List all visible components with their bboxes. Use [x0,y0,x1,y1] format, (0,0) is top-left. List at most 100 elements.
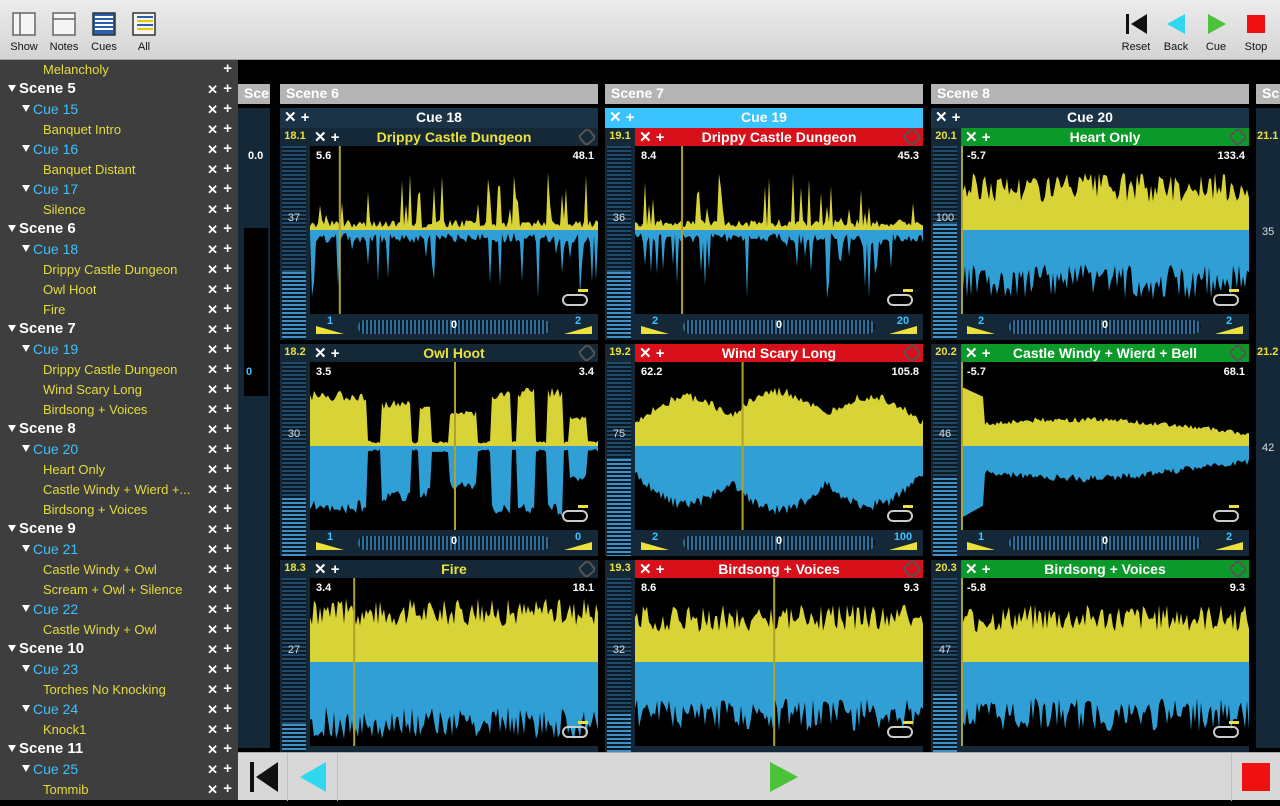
sidebar-item-row[interactable]: Drippy Castle Dungeon ✕ + [0,260,238,280]
disclosure-triangle-icon[interactable] [22,345,30,352]
cue-player-title-bar[interactable]: ✕ + Owl Hoot [310,343,598,363]
remove-icon[interactable]: ✕ [207,82,218,98]
cue-player-title-bar[interactable]: ✕ + Castle Windy + Wierd + Bell [961,343,1249,363]
reset-transport-button[interactable] [238,753,288,801]
add-icon[interactable]: + [223,640,232,657]
add-icon[interactable]: + [223,500,232,517]
loop-icon[interactable] [1213,289,1239,306]
right-fade-control[interactable]: 2 [1209,530,1249,552]
cue-player-title-bar[interactable]: ✕ + Wind Scary Long [635,343,923,363]
loop-icon[interactable] [1213,721,1239,738]
cue-header[interactable]: ✕ + Cue 20 [931,108,1249,128]
cue-player-cell[interactable]: 18.2 30 ✕ + Owl Hoot 3.5 3.4 1 0 0 [280,343,598,556]
sidebar-item-row[interactable]: Birdsong + Voices ✕ + [0,500,238,520]
right-fade-control[interactable]: 0 [558,530,598,552]
sidebar-item-row[interactable]: Melancholy + [0,60,238,80]
waveform-display[interactable]: 8.6 9.3 [635,578,923,746]
disclosure-triangle-icon[interactable] [22,185,30,192]
playhead-marker[interactable] [961,362,963,530]
remove-icon[interactable]: ✕ [207,742,218,758]
loop-icon[interactable] [887,721,913,738]
remove-icon[interactable]: ✕ [207,382,218,398]
cue-player-title-bar[interactable]: ✕ + Drippy Castle Dungeon [310,127,598,147]
sidebar-item-row[interactable]: Banquet Intro ✕ + [0,120,238,140]
disclosure-triangle-icon[interactable] [8,525,16,532]
disclosure-triangle-icon[interactable] [22,705,30,712]
sidebar-cue-row[interactable]: Cue 20 ✕ + [0,440,238,460]
remove-icon[interactable]: ✕ [207,542,218,558]
volume-meter[interactable] [933,578,957,752]
waveform-display[interactable]: -5.7 133.4 [961,146,1249,314]
add-icon[interactable]: + [223,120,232,137]
playhead-marker[interactable] [773,578,776,746]
sidebar-item-row[interactable]: Castle Windy + Owl ✕ + [0,560,238,580]
add-icon[interactable]: + [223,400,232,417]
remove-icon[interactable]: ✕ [207,242,218,258]
loop-icon[interactable] [1213,505,1239,522]
remove-icon[interactable]: ✕ [207,302,218,318]
link-icon[interactable] [902,343,922,363]
add-icon[interactable]: + [223,720,232,737]
remove-icon[interactable]: ✕ [207,222,218,238]
remove-icon[interactable]: ✕ [207,782,218,798]
back-button[interactable]: Back [1154,8,1198,56]
remove-icon[interactable]: ✕ [207,102,218,118]
sidebar-scene-row[interactable]: Scene 11 ✕ + [0,740,238,760]
disclosure-triangle-icon[interactable] [22,245,30,252]
volume-meter[interactable] [607,362,631,556]
sidebar-cue-row[interactable]: Cue 24 ✕ + [0,700,238,720]
add-icon[interactable]: + [223,480,232,497]
remove-icon[interactable]: ✕ [207,142,218,158]
waveform-display[interactable]: -5.7 68.1 [961,362,1249,530]
add-icon[interactable]: + [223,180,232,197]
waveform-display[interactable]: 5.6 48.1 [310,146,598,314]
remove-icon[interactable]: ✕ [207,642,218,658]
sidebar-cue-row[interactable]: Cue 25 ✕ + [0,760,238,780]
disclosure-triangle-icon[interactable] [22,665,30,672]
add-icon[interactable]: + [223,620,232,637]
add-icon[interactable]: + [223,440,232,457]
stop-transport-button[interactable] [1232,753,1280,801]
remove-icon[interactable]: ✕ [207,462,218,478]
sidebar-cue-row[interactable]: Cue 18 ✕ + [0,240,238,260]
loop-icon[interactable] [562,721,588,738]
sidebar-item-row[interactable]: Fire ✕ + [0,300,238,320]
remove-icon[interactable]: ✕ [207,482,218,498]
waveform-display[interactable]: 62.2 105.8 [635,362,923,530]
all-button[interactable]: All [122,8,166,56]
cue-header[interactable]: ✕ + Cue 18 [280,108,598,128]
sidebar-cue-row[interactable]: Cue 23 ✕ + [0,660,238,680]
add-icon[interactable]: + [223,240,232,257]
waveform-display[interactable]: -5.8 9.3 [961,578,1249,746]
remove-icon[interactable]: ✕ [207,282,218,298]
remove-icon[interactable]: ✕ [207,422,218,438]
remove-icon[interactable]: ✕ [207,722,218,738]
scene-header[interactable]: Scene 6 [280,84,598,104]
cues-button[interactable]: Cues [82,8,126,56]
disclosure-triangle-icon[interactable] [8,645,16,652]
add-icon[interactable]: + [223,260,232,277]
add-icon[interactable]: + [223,100,232,117]
add-icon[interactable]: + [223,280,232,297]
sidebar-cue-row[interactable]: Cue 15 ✕ + [0,100,238,120]
remove-icon[interactable]: ✕ [207,562,218,578]
remove-icon[interactable]: ✕ [207,262,218,278]
sidebar-scene-row[interactable]: Scene 5 ✕ + [0,80,238,100]
loop-icon[interactable] [562,505,588,522]
volume-meter[interactable] [282,146,306,340]
remove-icon[interactable]: ✕ [207,662,218,678]
add-icon[interactable]: + [223,140,232,157]
waveform-display[interactable]: 3.4 18.1 [310,578,598,746]
add-icon[interactable]: + [223,600,232,617]
cue-player-title-bar[interactable]: ✕ + Fire [310,559,598,579]
remove-icon[interactable]: ✕ [207,162,218,178]
cue-player-cell[interactable]: 19.1 36 ✕ + Drippy Castle Dungeon 8.4 45.3… [605,127,923,340]
sidebar-item-row[interactable]: Scream + Owl + Silence ✕ + [0,580,238,600]
sidebar-item-row[interactable]: Tommib ✕ + [0,780,238,800]
add-icon[interactable]: + [223,340,232,357]
cue-player-cell[interactable]: 20.1 100 ✕ + Heart Only -5.7 133.4 2 0 2 [931,127,1249,340]
volume-meter[interactable] [933,362,957,556]
remove-icon[interactable]: ✕ [207,522,218,538]
link-icon[interactable] [1228,127,1248,147]
playhead-marker[interactable] [681,146,684,314]
